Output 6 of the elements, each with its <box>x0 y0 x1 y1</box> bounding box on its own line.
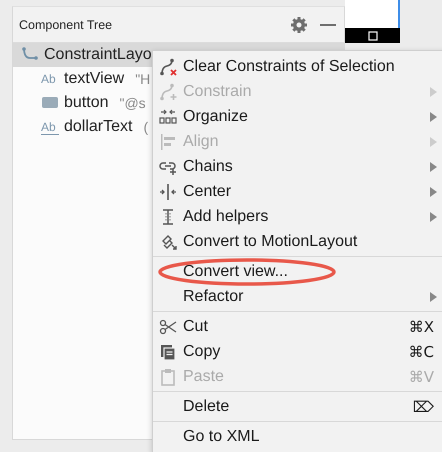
shortcut-label: ⌘X <box>408 318 434 336</box>
panel-title: Component Tree <box>19 18 112 32</box>
text-type-icon: Ab <box>41 72 59 86</box>
shortcut-label: ⌦ <box>412 398 434 416</box>
shortcut-label: ⌘C <box>408 342 434 360</box>
shortcut-label: ⌘V <box>408 368 434 386</box>
